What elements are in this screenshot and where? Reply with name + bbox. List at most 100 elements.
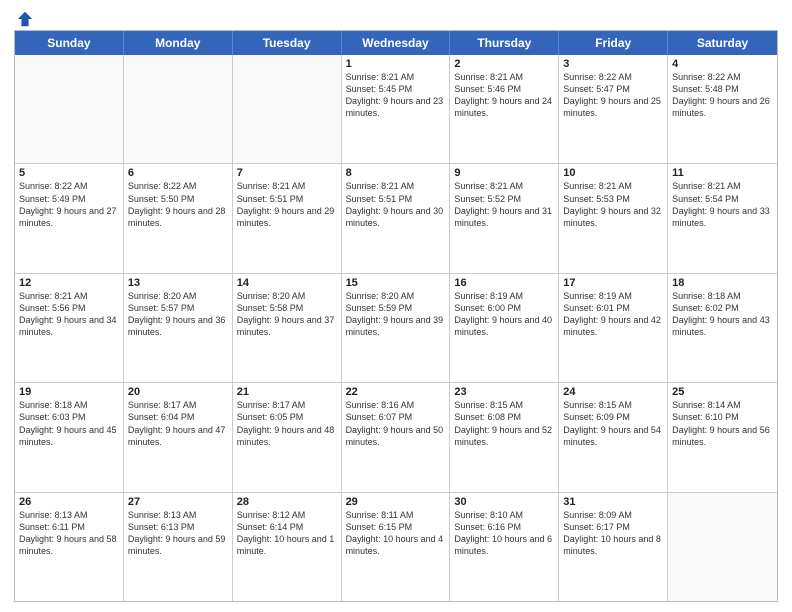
cell-info: Sunrise: 8:21 AM Sunset: 5:56 PM Dayligh…	[19, 290, 119, 339]
calendar-cell: 15Sunrise: 8:20 AM Sunset: 5:59 PM Dayli…	[342, 274, 451, 382]
cell-info: Sunrise: 8:21 AM Sunset: 5:52 PM Dayligh…	[454, 180, 554, 229]
calendar-cell: 7Sunrise: 8:21 AM Sunset: 5:51 PM Daylig…	[233, 164, 342, 272]
calendar-cell: 20Sunrise: 8:17 AM Sunset: 6:04 PM Dayli…	[124, 383, 233, 491]
calendar-row: 19Sunrise: 8:18 AM Sunset: 6:03 PM Dayli…	[15, 382, 777, 491]
cell-info: Sunrise: 8:18 AM Sunset: 6:03 PM Dayligh…	[19, 399, 119, 448]
cell-info: Sunrise: 8:14 AM Sunset: 6:10 PM Dayligh…	[672, 399, 773, 448]
cell-info: Sunrise: 8:15 AM Sunset: 6:08 PM Dayligh…	[454, 399, 554, 448]
calendar-cell: 23Sunrise: 8:15 AM Sunset: 6:08 PM Dayli…	[450, 383, 559, 491]
logo	[14, 10, 34, 24]
cell-info: Sunrise: 8:19 AM Sunset: 6:01 PM Dayligh…	[563, 290, 663, 339]
logo-icon	[16, 10, 34, 28]
weekday-header: Sunday	[15, 31, 124, 55]
cell-info: Sunrise: 8:12 AM Sunset: 6:14 PM Dayligh…	[237, 509, 337, 558]
day-number: 17	[563, 277, 663, 289]
cell-info: Sunrise: 8:17 AM Sunset: 6:05 PM Dayligh…	[237, 399, 337, 448]
calendar-cell: 19Sunrise: 8:18 AM Sunset: 6:03 PM Dayli…	[15, 383, 124, 491]
day-number: 26	[19, 496, 119, 508]
calendar-cell: 9Sunrise: 8:21 AM Sunset: 5:52 PM Daylig…	[450, 164, 559, 272]
calendar-cell: 8Sunrise: 8:21 AM Sunset: 5:51 PM Daylig…	[342, 164, 451, 272]
cell-info: Sunrise: 8:21 AM Sunset: 5:53 PM Dayligh…	[563, 180, 663, 229]
calendar-cell	[15, 55, 124, 163]
calendar-cell: 1Sunrise: 8:21 AM Sunset: 5:45 PM Daylig…	[342, 55, 451, 163]
day-number: 1	[346, 58, 446, 70]
page: SundayMondayTuesdayWednesdayThursdayFrid…	[0, 0, 792, 612]
cell-info: Sunrise: 8:13 AM Sunset: 6:11 PM Dayligh…	[19, 509, 119, 558]
cell-info: Sunrise: 8:13 AM Sunset: 6:13 PM Dayligh…	[128, 509, 228, 558]
cell-info: Sunrise: 8:22 AM Sunset: 5:48 PM Dayligh…	[672, 71, 773, 120]
day-number: 10	[563, 167, 663, 179]
day-number: 23	[454, 386, 554, 398]
calendar-cell	[233, 55, 342, 163]
calendar-cell: 12Sunrise: 8:21 AM Sunset: 5:56 PM Dayli…	[15, 274, 124, 382]
day-number: 3	[563, 58, 663, 70]
calendar-row: 26Sunrise: 8:13 AM Sunset: 6:11 PM Dayli…	[15, 492, 777, 601]
calendar-cell: 14Sunrise: 8:20 AM Sunset: 5:58 PM Dayli…	[233, 274, 342, 382]
cell-info: Sunrise: 8:20 AM Sunset: 5:57 PM Dayligh…	[128, 290, 228, 339]
day-number: 18	[672, 277, 773, 289]
day-number: 5	[19, 167, 119, 179]
calendar-body: 1Sunrise: 8:21 AM Sunset: 5:45 PM Daylig…	[15, 55, 777, 601]
calendar-cell: 30Sunrise: 8:10 AM Sunset: 6:16 PM Dayli…	[450, 493, 559, 601]
cell-info: Sunrise: 8:20 AM Sunset: 5:59 PM Dayligh…	[346, 290, 446, 339]
cell-info: Sunrise: 8:09 AM Sunset: 6:17 PM Dayligh…	[563, 509, 663, 558]
weekday-header: Friday	[559, 31, 668, 55]
calendar-cell: 31Sunrise: 8:09 AM Sunset: 6:17 PM Dayli…	[559, 493, 668, 601]
cell-info: Sunrise: 8:11 AM Sunset: 6:15 PM Dayligh…	[346, 509, 446, 558]
calendar-cell: 18Sunrise: 8:18 AM Sunset: 6:02 PM Dayli…	[668, 274, 777, 382]
cell-info: Sunrise: 8:20 AM Sunset: 5:58 PM Dayligh…	[237, 290, 337, 339]
calendar-cell: 27Sunrise: 8:13 AM Sunset: 6:13 PM Dayli…	[124, 493, 233, 601]
day-number: 6	[128, 167, 228, 179]
day-number: 24	[563, 386, 663, 398]
cell-info: Sunrise: 8:21 AM Sunset: 5:51 PM Dayligh…	[346, 180, 446, 229]
cell-info: Sunrise: 8:22 AM Sunset: 5:50 PM Dayligh…	[128, 180, 228, 229]
cell-info: Sunrise: 8:21 AM Sunset: 5:45 PM Dayligh…	[346, 71, 446, 120]
day-number: 4	[672, 58, 773, 70]
calendar-cell: 5Sunrise: 8:22 AM Sunset: 5:49 PM Daylig…	[15, 164, 124, 272]
day-number: 14	[237, 277, 337, 289]
calendar-cell: 10Sunrise: 8:21 AM Sunset: 5:53 PM Dayli…	[559, 164, 668, 272]
day-number: 2	[454, 58, 554, 70]
day-number: 7	[237, 167, 337, 179]
calendar-cell: 4Sunrise: 8:22 AM Sunset: 5:48 PM Daylig…	[668, 55, 777, 163]
calendar-cell: 3Sunrise: 8:22 AM Sunset: 5:47 PM Daylig…	[559, 55, 668, 163]
calendar-cell: 13Sunrise: 8:20 AM Sunset: 5:57 PM Dayli…	[124, 274, 233, 382]
calendar-cell: 21Sunrise: 8:17 AM Sunset: 6:05 PM Dayli…	[233, 383, 342, 491]
day-number: 12	[19, 277, 119, 289]
cell-info: Sunrise: 8:17 AM Sunset: 6:04 PM Dayligh…	[128, 399, 228, 448]
calendar-cell	[668, 493, 777, 601]
header	[14, 10, 778, 24]
cell-info: Sunrise: 8:15 AM Sunset: 6:09 PM Dayligh…	[563, 399, 663, 448]
day-number: 31	[563, 496, 663, 508]
calendar-cell: 28Sunrise: 8:12 AM Sunset: 6:14 PM Dayli…	[233, 493, 342, 601]
calendar-row: 1Sunrise: 8:21 AM Sunset: 5:45 PM Daylig…	[15, 55, 777, 163]
calendar-cell: 25Sunrise: 8:14 AM Sunset: 6:10 PM Dayli…	[668, 383, 777, 491]
day-number: 28	[237, 496, 337, 508]
cell-info: Sunrise: 8:22 AM Sunset: 5:49 PM Dayligh…	[19, 180, 119, 229]
day-number: 27	[128, 496, 228, 508]
day-number: 13	[128, 277, 228, 289]
calendar-cell: 29Sunrise: 8:11 AM Sunset: 6:15 PM Dayli…	[342, 493, 451, 601]
cell-info: Sunrise: 8:19 AM Sunset: 6:00 PM Dayligh…	[454, 290, 554, 339]
day-number: 15	[346, 277, 446, 289]
day-number: 19	[19, 386, 119, 398]
calendar-cell: 11Sunrise: 8:21 AM Sunset: 5:54 PM Dayli…	[668, 164, 777, 272]
day-number: 8	[346, 167, 446, 179]
weekday-header: Thursday	[450, 31, 559, 55]
day-number: 9	[454, 167, 554, 179]
calendar-cell: 2Sunrise: 8:21 AM Sunset: 5:46 PM Daylig…	[450, 55, 559, 163]
calendar: SundayMondayTuesdayWednesdayThursdayFrid…	[14, 30, 778, 602]
weekday-header: Tuesday	[233, 31, 342, 55]
calendar-cell: 16Sunrise: 8:19 AM Sunset: 6:00 PM Dayli…	[450, 274, 559, 382]
cell-info: Sunrise: 8:10 AM Sunset: 6:16 PM Dayligh…	[454, 509, 554, 558]
day-number: 11	[672, 167, 773, 179]
calendar-cell: 6Sunrise: 8:22 AM Sunset: 5:50 PM Daylig…	[124, 164, 233, 272]
day-number: 21	[237, 386, 337, 398]
cell-info: Sunrise: 8:21 AM Sunset: 5:51 PM Dayligh…	[237, 180, 337, 229]
calendar-row: 12Sunrise: 8:21 AM Sunset: 5:56 PM Dayli…	[15, 273, 777, 382]
day-number: 20	[128, 386, 228, 398]
cell-info: Sunrise: 8:18 AM Sunset: 6:02 PM Dayligh…	[672, 290, 773, 339]
calendar-cell: 22Sunrise: 8:16 AM Sunset: 6:07 PM Dayli…	[342, 383, 451, 491]
calendar-row: 5Sunrise: 8:22 AM Sunset: 5:49 PM Daylig…	[15, 163, 777, 272]
cell-info: Sunrise: 8:22 AM Sunset: 5:47 PM Dayligh…	[563, 71, 663, 120]
